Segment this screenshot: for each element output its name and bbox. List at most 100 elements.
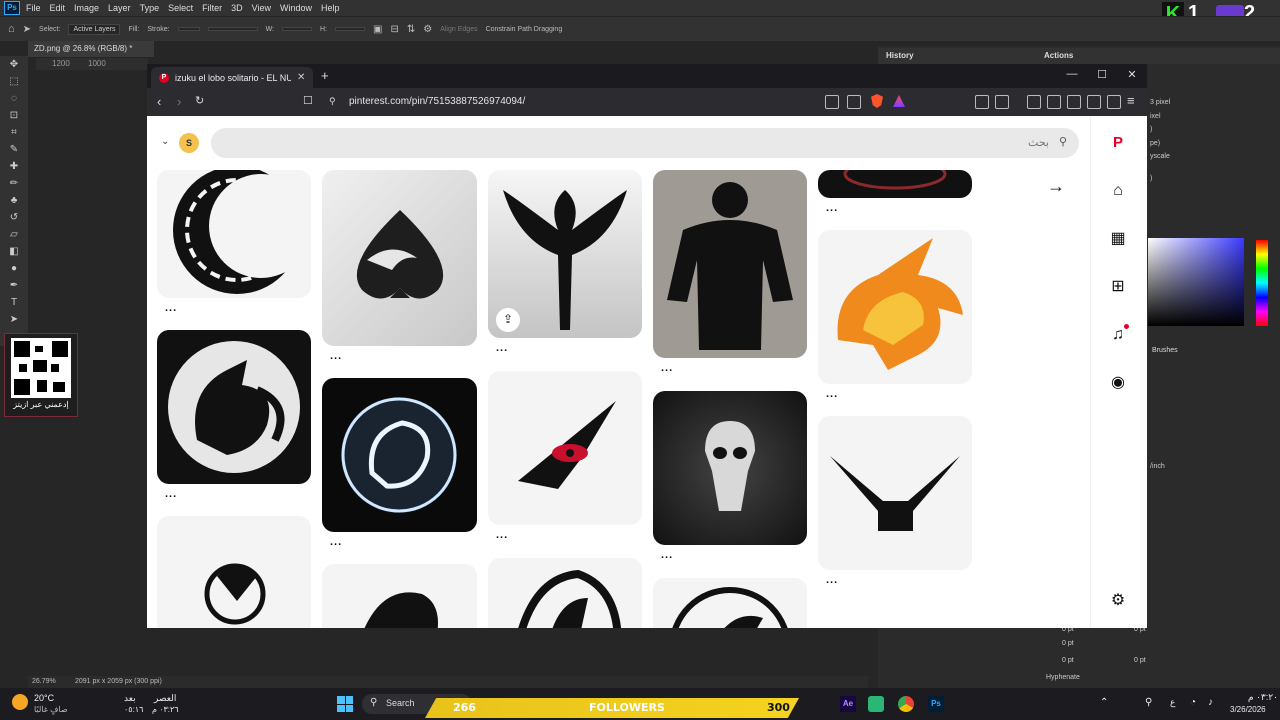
constrain-checkbox[interactable]: Constrain Path Dragging [486, 26, 563, 33]
dodge-tool-icon[interactable]: ● [0, 260, 28, 277]
stroke-swatch[interactable] [177, 27, 200, 31]
history-brush-icon[interactable]: ↺ [0, 209, 28, 226]
lasso-tool-icon[interactable]: ◌ [0, 90, 28, 107]
menu-3d[interactable]: 3D [231, 3, 243, 13]
crop-tool-icon[interactable]: ⌗ [0, 124, 28, 141]
path-select-icon[interactable]: ➤ [0, 311, 28, 328]
sidebar-icon[interactable] [1047, 95, 1061, 109]
pin-card-horns-emblem[interactable] [818, 416, 972, 570]
path-ops-icon[interactable]: ▣ [373, 24, 382, 35]
gradient-tool-icon[interactable]: ◧ [0, 243, 28, 260]
chrome-icon[interactable] [898, 696, 914, 712]
cast-icon[interactable] [825, 95, 839, 109]
more-options-button[interactable]: ... [661, 362, 673, 374]
language-indicator[interactable]: ع [1170, 697, 1175, 708]
more-options-button[interactable]: ... [826, 574, 838, 586]
menu-select[interactable]: Select [168, 3, 193, 13]
menu-window[interactable]: Window [280, 3, 312, 13]
close-tab-icon[interactable]: ✕ [297, 72, 305, 83]
minimize-button[interactable]: — [1057, 68, 1087, 80]
vpn-icon[interactable] [1107, 95, 1121, 109]
extensions-icon[interactable] [975, 95, 989, 109]
create-icon[interactable]: ⊞ [1107, 276, 1129, 298]
messages-icon[interactable]: ◉ [1107, 372, 1129, 394]
address-bar[interactable]: pinterest.com/pin/751538875269740​94/ [349, 93, 789, 111]
reload-button[interactable]: ↻ [195, 94, 204, 107]
menu-view[interactable]: View [252, 3, 271, 13]
menu-filter[interactable]: Filter [202, 3, 222, 13]
back-button[interactable]: ‹ [157, 94, 161, 109]
more-options-button[interactable]: ... [661, 549, 673, 561]
tab-brushes[interactable]: Brushes [1152, 347, 1178, 354]
site-info-icon[interactable]: ⚲ [329, 96, 336, 107]
move-tool-icon[interactable]: ✥ [0, 56, 28, 73]
pt-field[interactable]: 0 pt [1062, 640, 1074, 647]
home-icon[interactable]: ⌂ [8, 23, 15, 35]
brush-tool-icon[interactable]: ✏ [0, 175, 28, 192]
pin-card-dragon-head[interactable] [322, 564, 477, 628]
bookmark-icon[interactable]: ☐ [303, 94, 313, 107]
menu-layer[interactable]: Layer [108, 3, 131, 13]
width-field[interactable] [282, 27, 312, 31]
arrow-right-icon[interactable]: → [1047, 176, 1065, 197]
menu-help[interactable]: Help [321, 3, 340, 13]
menu-type[interactable]: Type [140, 3, 160, 13]
healing-tool-icon[interactable]: ✚ [0, 158, 28, 175]
pin-card-red-eye[interactable] [488, 371, 642, 525]
menu-file[interactable]: File [26, 3, 41, 13]
menu-icon[interactable]: ≡ [1127, 93, 1135, 108]
object-select-icon[interactable]: ⊡ [0, 107, 28, 124]
pinterest-logo-icon[interactable]: P [1107, 132, 1129, 154]
settings-gear-icon[interactable]: ⚙ [1107, 590, 1129, 612]
tab-actions[interactable]: Actions [1044, 51, 1073, 60]
color-picker-field[interactable] [1148, 238, 1244, 326]
clock-time[interactable]: ٠٣:٢٠ م [1248, 692, 1278, 703]
screenshot-icon[interactable] [995, 95, 1009, 109]
marquee-tool-icon[interactable]: ⬚ [0, 73, 28, 90]
type-tool-icon[interactable]: T [0, 294, 28, 311]
tray-icon[interactable]: ⚲ [1145, 697, 1152, 708]
pin-card-skull[interactable] [653, 391, 807, 545]
share-icon[interactable] [847, 95, 861, 109]
more-options-button[interactable]: ... [330, 350, 342, 362]
more-options-button[interactable]: ... [496, 342, 508, 354]
stroke-width-field[interactable] [207, 27, 258, 31]
pt-field[interactable]: 0 pt [1062, 657, 1074, 664]
align-edges-checkbox[interactable]: Align Edges [440, 26, 477, 33]
more-options-button[interactable]: ... [165, 488, 177, 500]
stamp-tool-icon[interactable]: ♣ [0, 192, 28, 209]
hue-slider[interactable] [1256, 240, 1268, 326]
photoshop-logo-icon[interactable]: Ps [4, 1, 20, 15]
pin-card-tribal-crescent[interactable] [157, 170, 311, 298]
home-icon[interactable]: ⌂ [1107, 180, 1129, 202]
path-select-tool-icon[interactable]: ➤ [23, 24, 31, 35]
wallet-icon[interactable] [1067, 95, 1081, 109]
pin-card-dragon-ring[interactable] [653, 578, 807, 628]
new-tab-button[interactable]: + [321, 68, 329, 83]
music-icon[interactable] [1027, 95, 1041, 109]
browser-tab[interactable]: P izuku el lobo solitario - EL NUEVO ✕ [151, 67, 313, 88]
leo-icon[interactable] [1087, 95, 1101, 109]
pin-card-fire-dragon[interactable] [818, 230, 972, 384]
eyedropper-tool-icon[interactable]: ✎ [0, 141, 28, 158]
document-tab[interactable]: ZD.png @ 26.8% (RGB/8) * [28, 41, 154, 57]
photoshop-taskbar-icon[interactable]: Ps [928, 696, 944, 712]
select-dropdown[interactable]: Active Layers [68, 23, 121, 35]
pin-card-dragon-circle[interactable] [488, 558, 642, 628]
clock-date[interactable]: 3/26/2026 [1230, 705, 1266, 714]
explore-icon[interactable]: ▦ [1107, 228, 1129, 250]
gear-icon[interactable]: ⚙ [423, 24, 432, 35]
height-field[interactable] [335, 27, 365, 31]
windows-start-icon[interactable] [337, 696, 353, 712]
zoom-level[interactable]: 26.79% [32, 678, 56, 685]
menu-edit[interactable]: Edit [50, 3, 66, 13]
wifi-icon[interactable]: ◔ [1190, 697, 1196, 708]
maximize-button[interactable]: ☐ [1087, 68, 1117, 81]
more-options-button[interactable]: ... [330, 536, 342, 548]
more-options-button[interactable]: ... [826, 388, 838, 400]
pen-tool-icon[interactable]: ✒ [0, 277, 28, 294]
pin-card-wolf-moon[interactable] [157, 330, 311, 484]
volume-icon[interactable]: ♪ [1208, 697, 1213, 708]
after-effects-icon[interactable]: Ae [840, 696, 856, 712]
brave-rewards-icon[interactable] [893, 95, 905, 107]
